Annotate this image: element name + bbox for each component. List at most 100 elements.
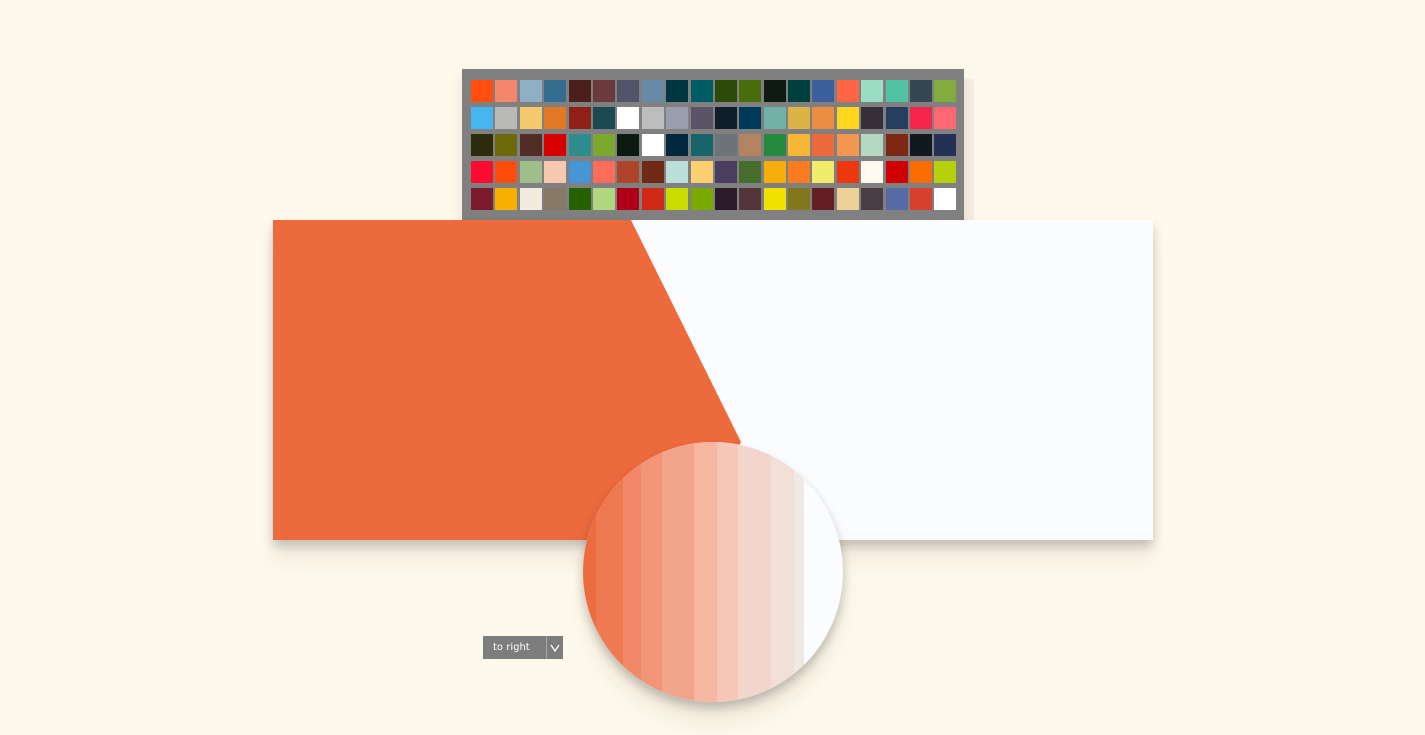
color-swatch[interactable]	[519, 134, 542, 156]
color-swatch[interactable]	[666, 107, 689, 129]
color-swatch[interactable]	[495, 134, 518, 156]
color-swatch[interactable]	[739, 188, 762, 210]
color-swatch[interactable]	[788, 161, 811, 183]
color-swatch[interactable]	[617, 80, 640, 102]
color-swatch[interactable]	[788, 134, 811, 156]
color-swatch[interactable]	[471, 107, 493, 129]
color-swatch[interactable]	[812, 134, 835, 156]
color-swatch[interactable]	[934, 107, 957, 129]
color-swatch[interactable]	[885, 188, 908, 210]
color-swatch[interactable]	[690, 107, 713, 129]
color-swatch[interactable]	[739, 80, 762, 102]
color-swatch[interactable]	[592, 80, 615, 102]
color-swatch[interactable]	[519, 188, 542, 210]
color-swatch[interactable]	[641, 161, 664, 183]
color-swatch[interactable]	[836, 134, 859, 156]
color-swatch[interactable]	[934, 161, 957, 183]
color-swatch[interactable]	[739, 107, 762, 129]
color-swatch[interactable]	[934, 188, 957, 210]
color-swatch[interactable]	[885, 80, 908, 102]
color-swatch[interactable]	[666, 188, 689, 210]
color-swatch[interactable]	[617, 161, 640, 183]
color-swatch[interactable]	[861, 134, 884, 156]
color-swatch[interactable]	[641, 80, 664, 102]
color-swatch[interactable]	[568, 107, 591, 129]
color-swatch[interactable]	[690, 161, 713, 183]
color-swatch[interactable]	[544, 134, 567, 156]
color-swatch[interactable]	[617, 107, 640, 129]
color-swatch[interactable]	[544, 188, 567, 210]
color-swatch[interactable]	[812, 80, 835, 102]
color-swatch[interactable]	[714, 80, 737, 102]
color-swatch[interactable]	[568, 188, 591, 210]
color-swatch[interactable]	[714, 107, 737, 129]
color-swatch[interactable]	[471, 134, 493, 156]
color-swatch[interactable]	[788, 80, 811, 102]
color-swatch[interactable]	[495, 161, 518, 183]
color-swatch[interactable]	[471, 80, 493, 102]
color-swatch[interactable]	[861, 80, 884, 102]
color-swatch[interactable]	[471, 188, 493, 210]
color-swatch[interactable]	[763, 134, 786, 156]
color-swatch[interactable]	[885, 161, 908, 183]
color-swatch[interactable]	[910, 161, 933, 183]
color-swatch[interactable]	[519, 80, 542, 102]
color-swatch[interactable]	[763, 161, 786, 183]
color-swatch[interactable]	[641, 107, 664, 129]
color-swatch[interactable]	[788, 188, 811, 210]
color-swatch[interactable]	[910, 134, 933, 156]
color-swatch[interactable]	[812, 188, 835, 210]
color-swatch[interactable]	[861, 107, 884, 129]
color-swatch[interactable]	[568, 134, 591, 156]
chevron-down-icon[interactable]	[546, 636, 563, 659]
color-swatch[interactable]	[495, 107, 518, 129]
color-swatch[interactable]	[592, 188, 615, 210]
color-swatch[interactable]	[617, 188, 640, 210]
color-swatch[interactable]	[592, 161, 615, 183]
color-swatch[interactable]	[739, 161, 762, 183]
color-swatch[interactable]	[861, 161, 884, 183]
color-swatch[interactable]	[836, 80, 859, 102]
color-swatch[interactable]	[739, 134, 762, 156]
color-swatch[interactable]	[910, 80, 933, 102]
color-swatch[interactable]	[812, 161, 835, 183]
color-swatch[interactable]	[519, 107, 542, 129]
color-swatch[interactable]	[714, 188, 737, 210]
color-swatch[interactable]	[666, 161, 689, 183]
color-swatch[interactable]	[714, 134, 737, 156]
gradient-direction-select[interactable]: to right	[483, 636, 563, 659]
color-swatch[interactable]	[763, 107, 786, 129]
color-swatch[interactable]	[471, 161, 493, 183]
color-swatch[interactable]	[836, 107, 859, 129]
color-swatch[interactable]	[788, 107, 811, 129]
color-swatch[interactable]	[861, 188, 884, 210]
color-swatch[interactable]	[641, 188, 664, 210]
color-swatch[interactable]	[690, 188, 713, 210]
color-swatch[interactable]	[934, 134, 957, 156]
color-swatch[interactable]	[885, 134, 908, 156]
color-swatch[interactable]	[495, 188, 518, 210]
color-swatch[interactable]	[544, 161, 567, 183]
color-swatch[interactable]	[519, 161, 542, 183]
color-swatch[interactable]	[495, 80, 518, 102]
color-swatch[interactable]	[934, 80, 957, 102]
color-swatch[interactable]	[690, 134, 713, 156]
color-swatch[interactable]	[568, 80, 591, 102]
color-swatch[interactable]	[763, 188, 786, 210]
color-swatch[interactable]	[690, 80, 713, 102]
color-swatch[interactable]	[836, 188, 859, 210]
color-swatch[interactable]	[544, 107, 567, 129]
color-swatch[interactable]	[641, 134, 664, 156]
color-swatch[interactable]	[812, 107, 835, 129]
color-swatch[interactable]	[714, 161, 737, 183]
color-swatch[interactable]	[763, 80, 786, 102]
color-swatch[interactable]	[617, 134, 640, 156]
color-swatch[interactable]	[910, 107, 933, 129]
color-swatch[interactable]	[666, 134, 689, 156]
color-swatch[interactable]	[836, 161, 859, 183]
color-swatch[interactable]	[592, 107, 615, 129]
color-swatch[interactable]	[544, 80, 567, 102]
color-swatch[interactable]	[910, 188, 933, 210]
color-swatch[interactable]	[666, 80, 689, 102]
color-swatch[interactable]	[568, 161, 591, 183]
